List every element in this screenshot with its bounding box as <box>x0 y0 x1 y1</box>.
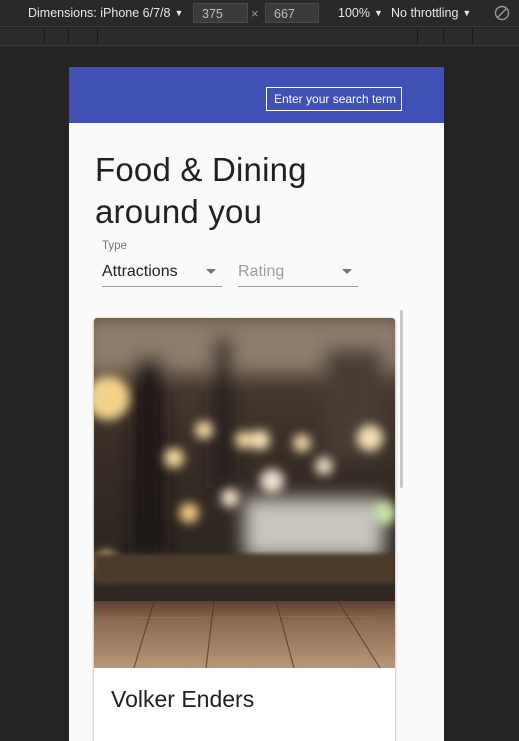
device-viewport: Food & Dining around you Type Attraction… <box>69 67 444 741</box>
rating-dropdown-icon <box>342 269 352 274</box>
page-title: Food & Dining around you <box>95 151 307 230</box>
rating-select-underline <box>238 286 358 287</box>
type-select-label: Type <box>102 240 127 252</box>
rating-select-placeholder: Rating <box>238 263 285 280</box>
type-dropdown-icon <box>206 269 216 274</box>
times-separator: × <box>251 6 259 21</box>
app-bar <box>69 67 444 123</box>
place-card[interactable]: Volker Enders <box>94 318 395 741</box>
dimensions-label: Dimensions: iPhone 6/7/8 <box>28 6 171 20</box>
zoom-dropdown-icon: ▼ <box>373 8 383 18</box>
ruler-tick <box>472 28 473 45</box>
ruler-tick <box>417 28 418 45</box>
height-input[interactable] <box>265 3 319 23</box>
dimensions-dropdown-icon: ▼ <box>174 8 184 18</box>
type-select-underline <box>102 286 222 287</box>
throttling-label: No throttling <box>391 6 459 20</box>
type-select-value: Attractions <box>102 263 178 280</box>
width-input[interactable] <box>193 3 248 23</box>
media-query-bar <box>0 28 519 46</box>
place-card-image <box>94 318 395 668</box>
ruler-tick <box>68 28 69 45</box>
rating-select[interactable]: Rating <box>238 240 358 288</box>
list-scrollbar[interactable] <box>400 310 403 488</box>
type-select[interactable]: Type Attractions <box>102 240 222 288</box>
zoom-label: 100% <box>338 6 370 20</box>
ruler-tick <box>443 28 444 45</box>
throttling-dropdown-icon: ▼ <box>462 8 472 18</box>
device-toolbar: Dimensions: iPhone 6/7/8▼ × 100%▼ No thr… <box>0 0 519 27</box>
ruler-tick <box>97 28 98 45</box>
rotate-icon[interactable] <box>493 4 511 22</box>
throttling-select[interactable]: No throttling ▼ <box>391 6 471 20</box>
zoom-select[interactable]: 100% ▼ <box>338 6 383 20</box>
place-card-title: Volker Enders <box>111 686 255 712</box>
dimensions-select[interactable]: Dimensions: iPhone 6/7/8 ▼ <box>28 6 183 20</box>
ruler-tick <box>44 28 45 45</box>
search-input[interactable] <box>266 87 402 111</box>
